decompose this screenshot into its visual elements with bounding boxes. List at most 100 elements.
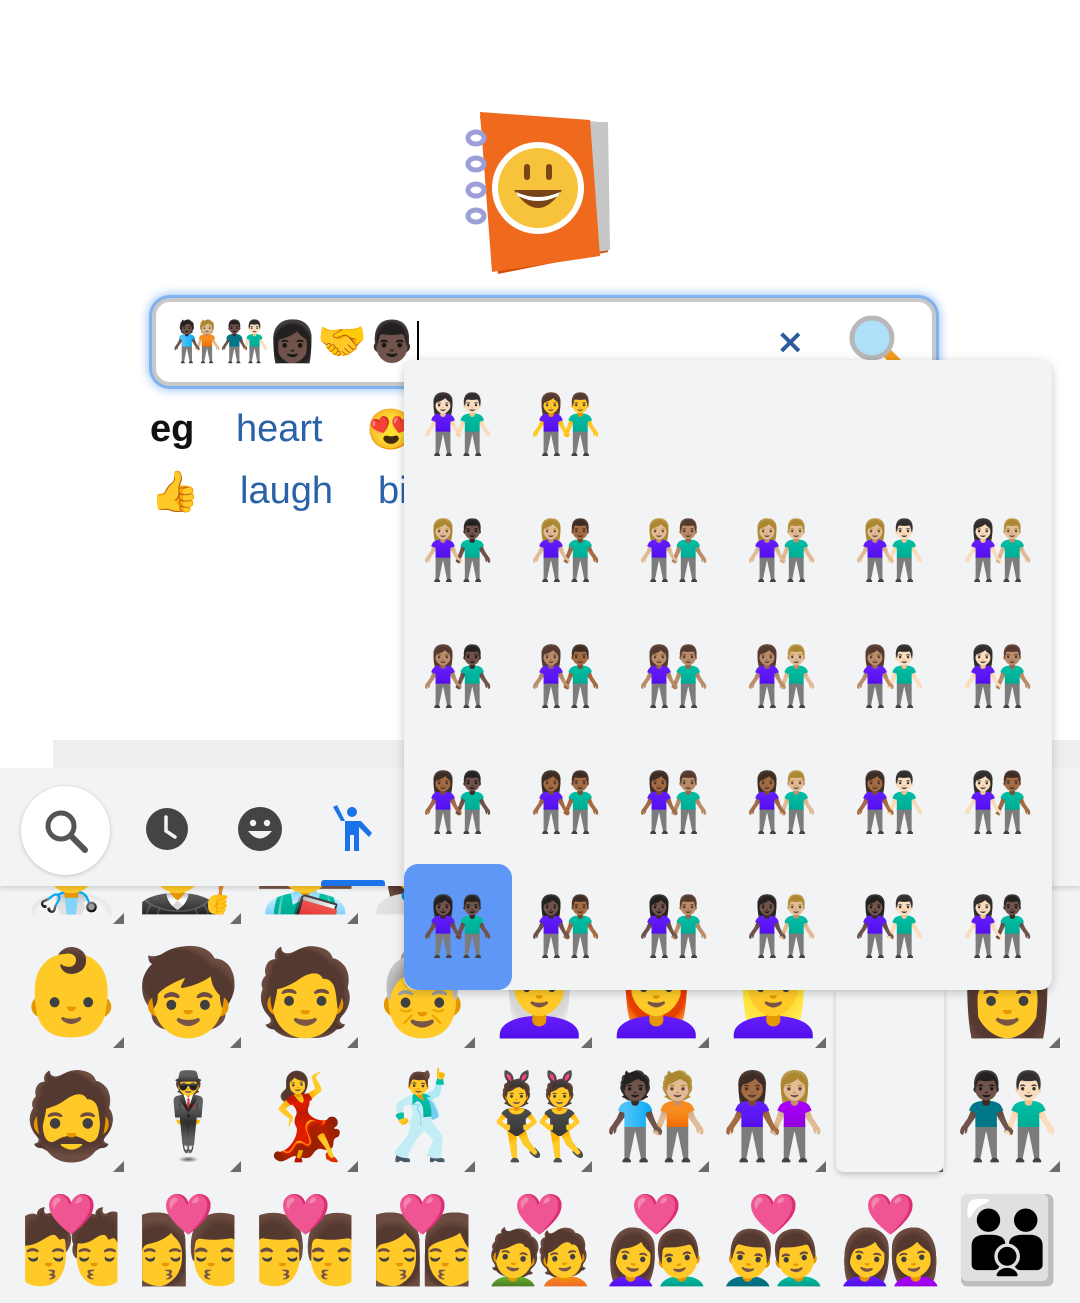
emoji-row: 💏 👩‍❤️‍💋‍👨 👨‍❤️‍💋‍👨 👩‍❤️‍💋‍👩 💑 👩‍❤️‍👨 👨‍❤️‍👨 👩‍… [0,1178,1080,1302]
skin-tone-variant[interactable]: 👫🏾 [512,740,620,866]
emoji-key[interactable]: 🧑 [247,930,364,1054]
variant-indicator [113,1037,124,1048]
emoji-glyph: 👶 [19,945,124,1039]
variant-indicator [347,1037,358,1048]
emoji-key[interactable]: 👩‍❤️‍💋‍👩 [364,1178,481,1302]
skin-tone-variant[interactable]: 👫🏼 [728,488,836,614]
emoji-key[interactable]: 🧔 [13,1054,130,1178]
variant-indicator [113,913,124,924]
variant-indicator [815,1161,826,1172]
emoji-key[interactable]: 🕴️ [130,1054,247,1178]
skin-tone-variant[interactable]: 👩🏼‍🤝‍👨🏻 [836,488,944,614]
skin-tone-variant[interactable]: 👩🏾‍🤝‍👨🏻 [836,740,944,866]
variant-emoji-glyph: 👫🏼 [745,518,819,583]
skin-tone-variant[interactable]: 👩🏾‍🤝‍👨🏽 [620,740,728,866]
search-input-value[interactable]: 🧑🏿‍🤝‍🧑🏼👨🏿‍🤝‍👨🏻👩🏿‍🤝‍👨🏿 [172,316,420,368]
variant-indicator [581,1161,592,1172]
emoji-key[interactable]: 👨‍❤️‍💋‍👨 [247,1178,364,1302]
variant-emoji-glyph: 👩🏻‍🤝‍👨🏿 [961,894,1035,959]
emoji-glyph: 🧑🏿‍🤝‍🧑🏼 [604,1069,709,1163]
emoji-glyph: 👩🏾‍🤝‍👩🏼 [721,1069,826,1163]
variant-indicator [464,1161,475,1172]
category-tab-recent[interactable] [142,804,192,854]
skin-tone-variant-popup: 👫🏻 👫 👩🏼‍🤝‍👨🏿 👩🏼‍🤝‍👨🏾 👩🏼‍🤝‍👨🏽 👫🏼 👩🏼‍🤝‍👨🏻 👩🏻‍🤝‍👨🏼… [404,360,1052,990]
emoji-glyph: 🧔 [19,1069,124,1163]
example-link-heart[interactable]: heart [236,408,323,451]
clear-search-button[interactable]: × [776,322,805,362]
variant-indicator [815,1037,826,1048]
variant-indicator [1049,1161,1060,1172]
skin-tone-variant[interactable]: 👩🏻‍🤝‍👨🏾 [944,740,1052,866]
emojipedia-logo[interactable] [458,102,614,277]
skin-tone-variant[interactable]: 👩🏿‍🤝‍👨🏼 [728,864,836,990]
emoji-key[interactable]: 👩‍❤️‍👩 [832,1178,949,1302]
variant-indicator [347,913,358,924]
emoji-key[interactable]: 🧒 [130,930,247,1054]
skin-tone-variant[interactable]: 👩🏼‍🤝‍👨🏽 [620,488,728,614]
emoji-glyph: 💑 [487,1193,592,1287]
emoji-glyph: 👨🏿‍🤝‍👨🏻 [955,1069,1060,1163]
emoji-key[interactable]: 👨🏿‍🤝‍👨🏻 [949,1054,1066,1178]
emoji-key[interactable]: 🕺 [364,1054,481,1178]
variant-emoji-glyph: 👩🏽‍🤝‍👨🏿 [421,644,495,709]
variant-emoji-glyph: 👩🏿‍🤝‍👨🏼 [745,894,819,959]
emoji-key[interactable]: 👶 [13,930,130,1054]
skin-tone-variant[interactable]: 👩🏽‍🤝‍👨🏻 [836,614,944,740]
skin-tone-variant[interactable]: 👩🏻‍🤝‍👨🏼 [944,488,1052,614]
emoji-glyph: 🕺 [370,1069,475,1163]
skin-tone-variant[interactable]: 👫🏽 [620,614,728,740]
skin-tone-variant[interactable]: 👩🏻‍🤝‍👨🏽 [944,614,1052,740]
example-link-thumbs-up[interactable]: 👍 [150,468,200,515]
example-link-laugh[interactable]: laugh [240,470,333,513]
emoji-glyph: 👩‍❤️‍👩 [838,1193,943,1287]
emoji-key[interactable]: 🧑🏿‍🤝‍🧑🏼 [598,1054,715,1178]
variant-emoji-glyph: 👫 [529,392,603,457]
variant-indicator [464,1037,475,1048]
emoji-key[interactable]: 👩‍❤️‍👨 [598,1178,715,1302]
emoji-glyph: 👪 [955,1193,1060,1287]
skin-tone-variant[interactable]: 👩🏼‍🤝‍👨🏾 [512,488,620,614]
pressed-emoji-key[interactable] [836,988,944,1172]
emoji-glyph: 🕴️ [136,1069,241,1163]
skin-tone-variant[interactable]: 👩🏿‍🤝‍👨🏻 [836,864,944,990]
skin-tone-variant[interactable]: 👩🏽‍🤝‍👨🏼 [728,614,836,740]
emoji-key[interactable]: 💏 [13,1178,130,1302]
variant-emoji-glyph: 👩🏼‍🤝‍👨🏿 [421,518,495,583]
skin-tone-variant[interactable]: 👫🏿 [404,864,512,990]
skin-tone-variant[interactable]: 👩🏻‍🤝‍👨🏿 [944,864,1052,990]
skin-tone-variant[interactable]: 👩🏾‍🤝‍👨🏿 [404,740,512,866]
emoji-key[interactable]: 👯 [481,1054,598,1178]
search-icon [45,810,88,853]
skin-tone-variant[interactable]: 👫🏻 [404,362,512,488]
emoji-key[interactable]: 💑 [481,1178,598,1302]
emoji-key[interactable]: 👩🏾‍🤝‍👩🏼 [715,1054,832,1178]
emoji-key[interactable]: 👩‍❤️‍💋‍👨 [130,1178,247,1302]
variant-emoji-glyph: 👩🏾‍🤝‍👨🏿 [421,770,495,835]
variant-emoji-glyph: 👩🏼‍🤝‍👨🏻 [853,518,927,583]
examples-label: eg [150,408,195,450]
skin-tone-variant[interactable]: 👩🏿‍🤝‍👨🏾 [512,864,620,990]
skin-tone-variant[interactable]: 👩🏾‍🤝‍👨🏼 [728,740,836,866]
variant-indicator [230,1161,241,1172]
skin-tone-variant[interactable]: 👩🏽‍🤝‍👨🏿 [404,614,512,740]
category-tab-people[interactable] [328,804,378,854]
skin-tone-variant[interactable]: 👫 [512,362,620,488]
emoji-glyph: 👯 [487,1069,592,1163]
variant-indicator [1049,1037,1060,1048]
skin-tone-variant[interactable]: 👩🏿‍🤝‍👨🏽 [620,864,728,990]
emoji-glyph: 👩‍❤️‍💋‍👩 [370,1193,475,1287]
variant-emoji-glyph: 👩🏼‍🤝‍👨🏾 [529,518,603,583]
variant-emoji-glyph: 👫🏽 [637,644,711,709]
skin-tone-variant[interactable]: 👩🏼‍🤝‍👨🏿 [404,488,512,614]
emoji-key[interactable]: 💃 [247,1054,364,1178]
emoji-glyph: 👩‍❤️‍👨 [604,1193,709,1287]
variant-emoji-glyph: 👩🏻‍🤝‍👨🏼 [961,518,1035,583]
emoji-key[interactable]: 👪 [949,1178,1066,1302]
emoji-search-button[interactable] [21,786,110,875]
variant-emoji-glyph: 👫🏿 [421,894,495,959]
category-tab-smileys[interactable] [235,804,285,854]
skin-tone-variant[interactable]: 👩🏽‍🤝‍👨🏾 [512,614,620,740]
emoji-key[interactable]: 👨‍❤️‍👨 [715,1178,832,1302]
book-smiley-icon [465,112,610,274]
emoji-glyph: 👨‍❤️‍👨 [721,1193,826,1287]
